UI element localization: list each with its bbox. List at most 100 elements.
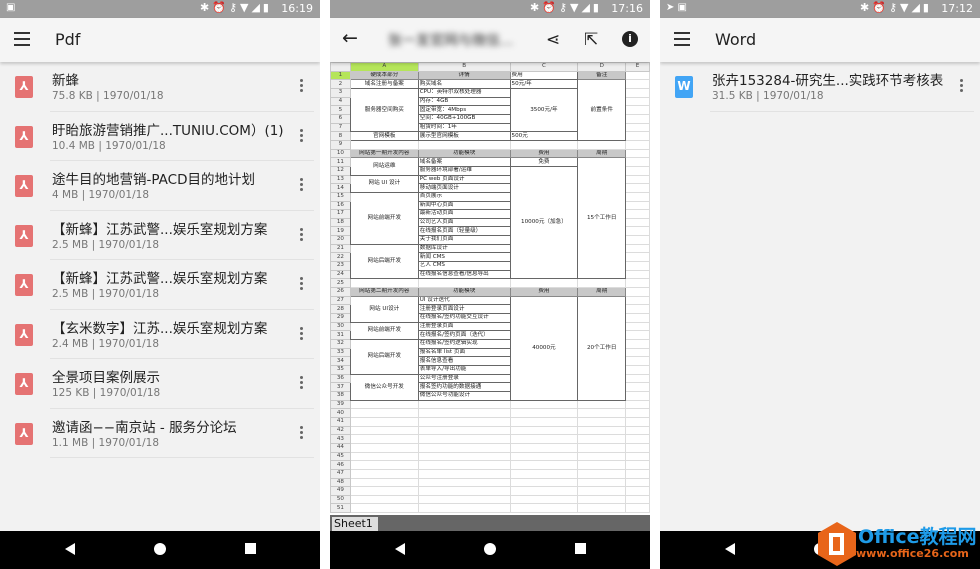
row-header[interactable]: 47 xyxy=(330,468,351,479)
sheet-cell[interactable] xyxy=(625,503,650,514)
file-list-item[interactable]: ⅄ 新蜂 75.8 KB | 1970/01/18 xyxy=(0,62,320,112)
row-header[interactable]: 43 xyxy=(330,434,351,444)
sheet-cell[interactable]: 网站 UI 设计 xyxy=(349,174,419,193)
more-options-icon[interactable] xyxy=(300,79,304,94)
sheet-cell[interactable] xyxy=(577,399,627,410)
spreadsheet-grid[interactable]: A B C D E 1 硬成本部分 详情 费用 备注 2 域名注册与备案 购买域名 50元/年 前置条件 3 服… xyxy=(330,62,650,515)
sheet-cell[interactable] xyxy=(577,451,627,462)
sheet-cell[interactable]: 数据库设计 xyxy=(417,243,511,254)
sheet-cell[interactable] xyxy=(509,442,579,453)
row-header[interactable]: 33 xyxy=(330,347,351,358)
column-header-b[interactable]: B xyxy=(417,62,511,72)
sheet-cell[interactable] xyxy=(577,442,627,453)
sheet-cell[interactable]: 在线报名/签约功能交互设计 xyxy=(417,313,511,323)
sheet-cell[interactable] xyxy=(625,287,650,297)
sheet-cell[interactable]: 报名信息查看 xyxy=(417,356,511,366)
sheet-cell[interactable]: 报名名单 list 页面 xyxy=(417,347,511,358)
sheet-cell[interactable] xyxy=(625,139,650,150)
sheet-cell[interactable] xyxy=(577,425,627,436)
file-list-item[interactable]: ⅄ 盱眙旅游营销推广...TUNIU.COM）(1) 10.4 MB | 1970/… xyxy=(0,112,320,161)
sheet-cell[interactable]: 网站运维 xyxy=(349,157,419,176)
sheet-cell[interactable]: 公司艺人页面 xyxy=(417,217,511,228)
sheet-cell[interactable] xyxy=(625,408,650,418)
sheet-cell[interactable] xyxy=(417,503,511,514)
row-header[interactable]: 11 xyxy=(330,157,351,167)
sheet-cell[interactable] xyxy=(577,416,627,427)
sheet-cell[interactable] xyxy=(417,399,511,410)
sheet-cell[interactable] xyxy=(577,434,627,444)
sheet-cell[interactable] xyxy=(625,494,650,505)
recents-button[interactable] xyxy=(575,543,586,554)
row-header[interactable]: 2 xyxy=(330,79,351,89)
sheet-cell[interactable] xyxy=(417,460,511,470)
sheet-cell[interactable] xyxy=(349,486,419,496)
sheet-cell[interactable]: 功能模块 xyxy=(417,148,511,159)
sheet-cell[interactable] xyxy=(509,399,579,410)
row-header[interactable]: 42 xyxy=(330,425,351,436)
sheet-cell[interactable] xyxy=(625,217,650,228)
row-header[interactable]: 8 xyxy=(330,131,351,141)
more-options-icon[interactable] xyxy=(300,178,304,193)
sheet-cell[interactable]: 公众号注册登录 xyxy=(417,373,511,384)
row-header[interactable]: 48 xyxy=(330,477,351,488)
sheet-cell[interactable] xyxy=(349,503,419,514)
row-header[interactable]: 51 xyxy=(330,503,351,514)
sheet-cell[interactable] xyxy=(417,408,511,418)
sheet-tab-sheet1[interactable]: Sheet1 xyxy=(332,517,378,531)
sheet-cell[interactable] xyxy=(509,416,579,427)
column-header-a[interactable]: A xyxy=(349,62,419,72)
sheet-cell[interactable] xyxy=(509,139,579,150)
open-external-icon[interactable]: ⇱ xyxy=(584,30,598,50)
sheet-cell[interactable] xyxy=(417,434,511,444)
sheet-cell[interactable]: 备注 xyxy=(577,70,627,81)
row-header[interactable]: 23 xyxy=(330,261,351,271)
sheet-cell[interactable] xyxy=(509,408,579,418)
sheet-cell[interactable] xyxy=(509,486,579,496)
sheet-cell[interactable] xyxy=(417,468,511,479)
sheet-cell[interactable]: 10000元（加急） xyxy=(509,165,579,280)
sheet-cell[interactable] xyxy=(625,339,650,349)
sheet-cell[interactable]: 空间：40GB+100GB xyxy=(417,113,511,124)
sheet-cell[interactable] xyxy=(625,442,650,453)
row-header[interactable]: 25 xyxy=(330,278,351,289)
sheet-cell[interactable]: 网站前端开发 xyxy=(349,321,419,341)
sheet-cell[interactable] xyxy=(509,460,579,470)
sheet-cell[interactable]: 功能模块 xyxy=(417,287,511,297)
row-header[interactable]: 3 xyxy=(330,87,351,98)
sheet-cell[interactable]: 网站后端开发 xyxy=(349,339,419,375)
sheet-cell[interactable] xyxy=(509,278,579,289)
sheet-cell[interactable] xyxy=(625,364,650,375)
sheet-cell[interactable] xyxy=(625,399,650,410)
sheet-cell[interactable]: 域名注册与备案 xyxy=(349,79,419,89)
sheet-cell[interactable] xyxy=(625,252,650,263)
sheet-cell[interactable]: 固定带宽：4Mbps xyxy=(417,105,511,115)
back-button[interactable] xyxy=(395,543,405,555)
sheet-cell[interactable] xyxy=(509,425,579,436)
sheet-cell[interactable] xyxy=(625,321,650,332)
sheet-cell[interactable] xyxy=(625,148,650,159)
sheet-cell[interactable] xyxy=(577,494,627,505)
sheet-cell[interactable] xyxy=(625,200,650,211)
sheet-cell[interactable]: 免费 xyxy=(509,157,579,167)
sheet-cell[interactable] xyxy=(625,269,650,280)
sheet-cell[interactable] xyxy=(349,434,419,444)
sheet-cell[interactable] xyxy=(625,183,650,193)
sheet-cell[interactable] xyxy=(625,390,650,401)
sheet-cell[interactable]: 网站后端开发 xyxy=(349,243,419,280)
more-options-icon[interactable] xyxy=(300,425,304,441)
sheet-cell[interactable]: UI 设计迭代 xyxy=(417,295,511,306)
more-options-icon[interactable] xyxy=(300,128,304,144)
sheet-cell[interactable] xyxy=(625,356,650,366)
column-header-d[interactable]: D xyxy=(577,62,627,72)
sheet-cell[interactable] xyxy=(349,278,419,289)
sheet-cell[interactable] xyxy=(625,243,650,254)
sheet-cell[interactable] xyxy=(509,451,579,462)
sheet-cell[interactable]: 展示型官网模板 xyxy=(417,131,511,141)
sheet-cell[interactable] xyxy=(417,486,511,496)
recents-button[interactable] xyxy=(245,543,256,554)
corner-cell[interactable] xyxy=(330,62,351,72)
sheet-cell[interactable]: 报名签约功能的数据接通 xyxy=(417,382,511,392)
sheet-cell[interactable] xyxy=(625,87,650,98)
file-list-item[interactable]: ⅄ 【新蜂】江苏武警...娱乐室规划方案 2.5 MB | 1970/01/18 xyxy=(0,260,320,310)
row-header[interactable]: 28 xyxy=(330,304,351,315)
